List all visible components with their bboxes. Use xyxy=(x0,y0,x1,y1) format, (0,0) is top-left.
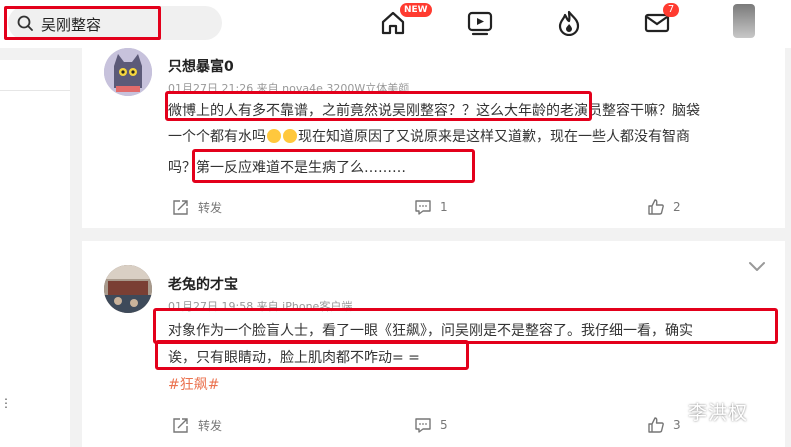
comment-card: 老兔的才宝 01月27日 19:58 来自 iPhone客户端 对象作为一个脸盲… xyxy=(82,241,785,447)
like-count: 2 xyxy=(673,200,681,214)
like-button[interactable]: 3 xyxy=(647,416,681,434)
comment-username[interactable]: 只想暴富0 xyxy=(168,56,234,76)
highlight-box xyxy=(153,308,778,344)
sidebar-text-fragment: ⋮ xyxy=(0,396,12,410)
comment-button[interactable]: 5 xyxy=(414,416,448,434)
comment-text-segment: 一个个都有水吗 xyxy=(168,129,266,145)
like-button[interactable]: 2 xyxy=(647,198,681,216)
message-count-badge: 7 xyxy=(663,3,679,17)
thumbs-up-icon xyxy=(648,417,664,433)
comment-text-segment: 现在知道原因了又说原来是这样又道歉，现在一些人都没有智商 xyxy=(298,129,690,145)
highlight-box xyxy=(165,91,592,121)
cat-avatar-icon xyxy=(104,48,152,96)
comment-username[interactable]: 老兔的才宝 xyxy=(168,274,238,294)
repost-icon xyxy=(173,200,188,215)
comment-icon xyxy=(415,200,431,215)
avatar[interactable] xyxy=(104,265,152,313)
street-photo-avatar-icon xyxy=(104,265,152,313)
user-avatar[interactable] xyxy=(733,4,755,38)
video-icon[interactable] xyxy=(467,10,493,36)
emoji-icon xyxy=(267,129,281,143)
left-sidebar: ⋮ xyxy=(0,60,70,447)
hot-icon[interactable] xyxy=(556,10,582,36)
avatar[interactable] xyxy=(104,48,152,96)
sidebar-divider xyxy=(0,90,70,91)
comment-text-line: 一个个都有水吗 现在知道原因了又说原来是这样又道歉，现在一些人都没有智商 xyxy=(168,126,690,146)
like-count: 3 xyxy=(673,418,681,432)
repost-icon xyxy=(173,418,188,433)
comment-icon xyxy=(415,418,431,433)
emoji-icon xyxy=(283,129,297,143)
thumbs-up-icon xyxy=(648,199,664,215)
topic-hashtag-link[interactable]: #狂飙# xyxy=(168,374,219,394)
repost-button[interactable]: 转发 xyxy=(172,416,222,434)
watermark: 李洪权 xyxy=(688,402,749,424)
chevron-down-icon[interactable] xyxy=(748,261,766,273)
repost-label: 转发 xyxy=(198,418,223,433)
comment-count: 1 xyxy=(440,200,448,214)
comment-button[interactable]: 1 xyxy=(414,198,448,216)
comment-count: 5 xyxy=(440,418,448,432)
top-navigation: 吴刚整容 NEW 7 xyxy=(0,0,791,48)
highlight-box xyxy=(192,149,475,183)
repost-label: 转发 xyxy=(198,200,223,215)
comment-card: 只想暴富0 01月27日 21:26 来自 nova4e 3200W立体美颜 微… xyxy=(82,48,785,228)
repost-button[interactable]: 转发 xyxy=(172,198,222,216)
search-highlight-box xyxy=(4,6,161,40)
highlight-box xyxy=(155,340,469,370)
new-badge: NEW xyxy=(400,3,432,17)
